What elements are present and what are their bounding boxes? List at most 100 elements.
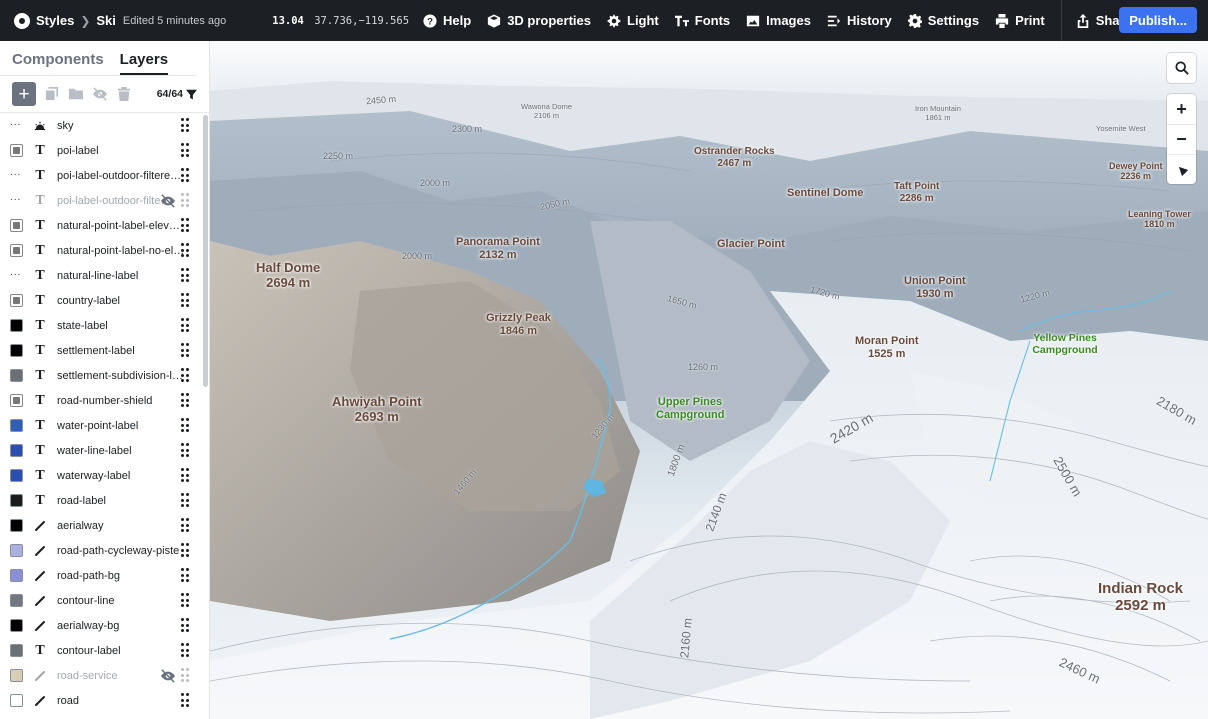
layer-row[interactable]: Tcountry-label [0,288,209,313]
layer-swatch[interactable] [10,694,23,707]
layer-row[interactable]: ... Tpoi-label-outdoor-filte… [0,188,209,213]
drag-handle-icon[interactable] [181,618,189,633]
image-swatch-icon[interactable] [10,394,23,407]
layer-swatch[interactable] [10,619,23,632]
drag-handle-icon[interactable] [181,243,189,258]
layer-row[interactable]: Tsettlement-subdivision-la… [0,363,209,388]
3d-properties-button[interactable]: 3D properties [487,13,591,28]
layer-row[interactable]: road-path-cycleway-piste [0,538,209,563]
map-search-button[interactable] [1167,53,1196,83]
drag-handle-icon[interactable] [181,493,189,508]
layer-row[interactable]: aerialway-bg [0,613,209,638]
drag-handle-icon[interactable] [181,518,189,533]
drag-handle-icon[interactable] [181,568,189,583]
duplicate-layer-button[interactable] [44,86,60,102]
layer-swatch[interactable] [10,569,23,582]
layer-row[interactable]: Tpoi-label [0,138,209,163]
layer-swatch[interactable]: ... [10,193,23,207]
layer-row[interactable]: Twaterway-label [0,463,209,488]
drag-handle-icon[interactable] [181,343,189,358]
layer-swatch[interactable] [10,369,23,382]
layer-row[interactable]: Tsettlement-label [0,338,209,363]
layer-swatch[interactable] [10,469,23,482]
drag-handle-icon[interactable] [181,468,189,483]
drag-handle-icon[interactable] [181,118,189,133]
layer-list-scrollbar[interactable] [203,115,208,387]
fonts-button[interactable]: Fonts [674,13,730,28]
drag-handle-icon[interactable] [181,268,189,283]
drag-handle-icon[interactable] [181,593,189,608]
layer-row[interactable]: Troad-label [0,488,209,513]
drag-handle-icon[interactable] [181,418,189,433]
images-button[interactable]: Images [746,13,811,28]
add-layer-button[interactable]: + [12,82,36,106]
drag-handle-icon[interactable] [181,193,189,208]
layer-swatch[interactable] [10,519,23,532]
zoom-in-button[interactable]: + [1167,94,1196,124]
drag-handle-icon[interactable] [181,643,189,658]
drag-handle-icon[interactable] [181,293,189,308]
drag-handle-icon[interactable] [181,693,189,708]
layer-row[interactable]: Tnatural-point-label-elevati… [0,213,209,238]
compass-button[interactable] [1167,154,1196,184]
drag-handle-icon[interactable] [181,318,189,333]
eye-off-icon[interactable] [161,669,175,683]
layer-row[interactable]: Twater-line-label [0,438,209,463]
layer-filter[interactable]: 64/64 [157,88,197,100]
settings-button[interactable]: Settings [907,13,979,28]
drag-handle-icon[interactable] [181,143,189,158]
layer-row[interactable]: road-service [0,663,209,688]
layer-row[interactable]: Tstate-label [0,313,209,338]
image-swatch-icon[interactable] [10,294,23,307]
layer-row[interactable]: ... Tpoi-label-outdoor-filtered … [0,163,209,188]
layer-row[interactable]: ... sky [0,113,209,138]
layer-swatch[interactable]: ... [10,268,23,282]
print-button[interactable]: Print [995,13,1045,28]
layer-row[interactable]: Troad-number-shield [0,388,209,413]
layer-swatch[interactable] [10,344,23,357]
drag-handle-icon[interactable] [181,218,189,233]
eye-off-icon[interactable] [161,194,175,208]
drag-handle-icon[interactable] [181,543,189,558]
layer-swatch[interactable] [10,669,23,682]
brand[interactable]: Styles [0,12,74,29]
image-swatch-icon[interactable] [10,144,23,157]
help-button[interactable]: ? Help [423,13,471,28]
layer-swatch[interactable]: ... [10,118,23,132]
layer-row[interactable]: Twater-point-label [0,413,209,438]
layer-row[interactable]: Tcontour-label [0,638,209,663]
layer-swatch[interactable]: ... [10,168,23,182]
layer-swatch[interactable] [10,444,23,457]
layer-row[interactable]: road-path-bg [0,563,209,588]
drag-handle-icon[interactable] [181,443,189,458]
style-name[interactable]: Ski [96,13,116,28]
drag-handle-icon[interactable] [181,368,189,383]
layer-swatch[interactable] [10,544,23,557]
drag-handle-icon[interactable] [181,668,189,683]
map-view[interactable]: Half Dome 2694 m Panorama Point 2132 m Gri… [210,41,1208,719]
delete-layer-button[interactable] [116,86,132,102]
group-layers-button[interactable] [68,86,84,102]
layer-row[interactable]: aerialway [0,513,209,538]
zoom-out-button[interactable]: − [1167,124,1196,154]
drag-handle-icon[interactable] [181,168,189,183]
layer-swatch[interactable] [10,644,23,657]
layer-row[interactable]: road [0,688,209,713]
layer-row[interactable]: contour-line [0,588,209,613]
publish-button[interactable]: Publish... [1119,7,1197,33]
layer-row[interactable]: ... Tnatural-line-label [0,263,209,288]
image-swatch-icon[interactable] [10,244,23,257]
layer-swatch[interactable] [10,419,23,432]
drag-handle-icon[interactable] [181,393,189,408]
layer-row[interactable]: Tnatural-point-label-no-ele… [0,238,209,263]
layer-swatch[interactable] [10,594,23,607]
image-swatch-icon[interactable] [10,219,23,232]
layer-swatch[interactable] [10,319,23,332]
tab-components[interactable]: Components [12,51,104,75]
campground-label: Upper Pines Campground [656,396,725,421]
tab-layers[interactable]: Layers [119,51,169,75]
toggle-visibility-button[interactable] [92,86,108,102]
layer-swatch[interactable] [10,494,23,507]
history-button[interactable]: History [827,13,892,28]
light-button[interactable]: Light [607,13,659,28]
